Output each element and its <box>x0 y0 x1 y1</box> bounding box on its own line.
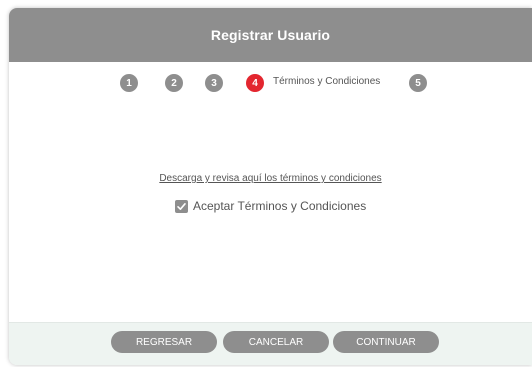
step-3[interactable]: 3 <box>205 74 223 92</box>
terms-download-link[interactable]: Descarga y revisa aquí los términos y co… <box>9 173 532 184</box>
step-indicator: 1 2 3 4 Términos y Condiciones 5 <box>9 74 532 94</box>
active-step-label: Términos y Condiciones <box>273 76 381 87</box>
dialog-header: Registrar Usuario <box>9 8 532 62</box>
continue-button[interactable]: CONTINUAR <box>333 331 439 353</box>
step-1[interactable]: 1 <box>120 74 138 92</box>
cancel-button[interactable]: CANCELAR <box>223 331 329 353</box>
accept-terms-checkbox[interactable] <box>175 199 188 213</box>
step-5[interactable]: 5 <box>409 74 427 92</box>
step-4[interactable]: 4 <box>246 74 264 92</box>
step-2[interactable]: 2 <box>165 74 183 92</box>
checkmark-icon <box>177 202 186 210</box>
dialog-footer: REGRESAR CANCELAR CONTINUAR <box>9 322 532 365</box>
register-user-dialog: Registrar Usuario 1 2 3 4 Términos y Con… <box>9 8 532 365</box>
accept-terms-checkbox-row[interactable]: Aceptar Términos y Condiciones <box>175 199 366 213</box>
back-button[interactable]: REGRESAR <box>111 331 217 353</box>
dialog-title: Registrar Usuario <box>210 27 331 43</box>
accept-terms-label: Aceptar Términos y Condiciones <box>193 199 367 213</box>
